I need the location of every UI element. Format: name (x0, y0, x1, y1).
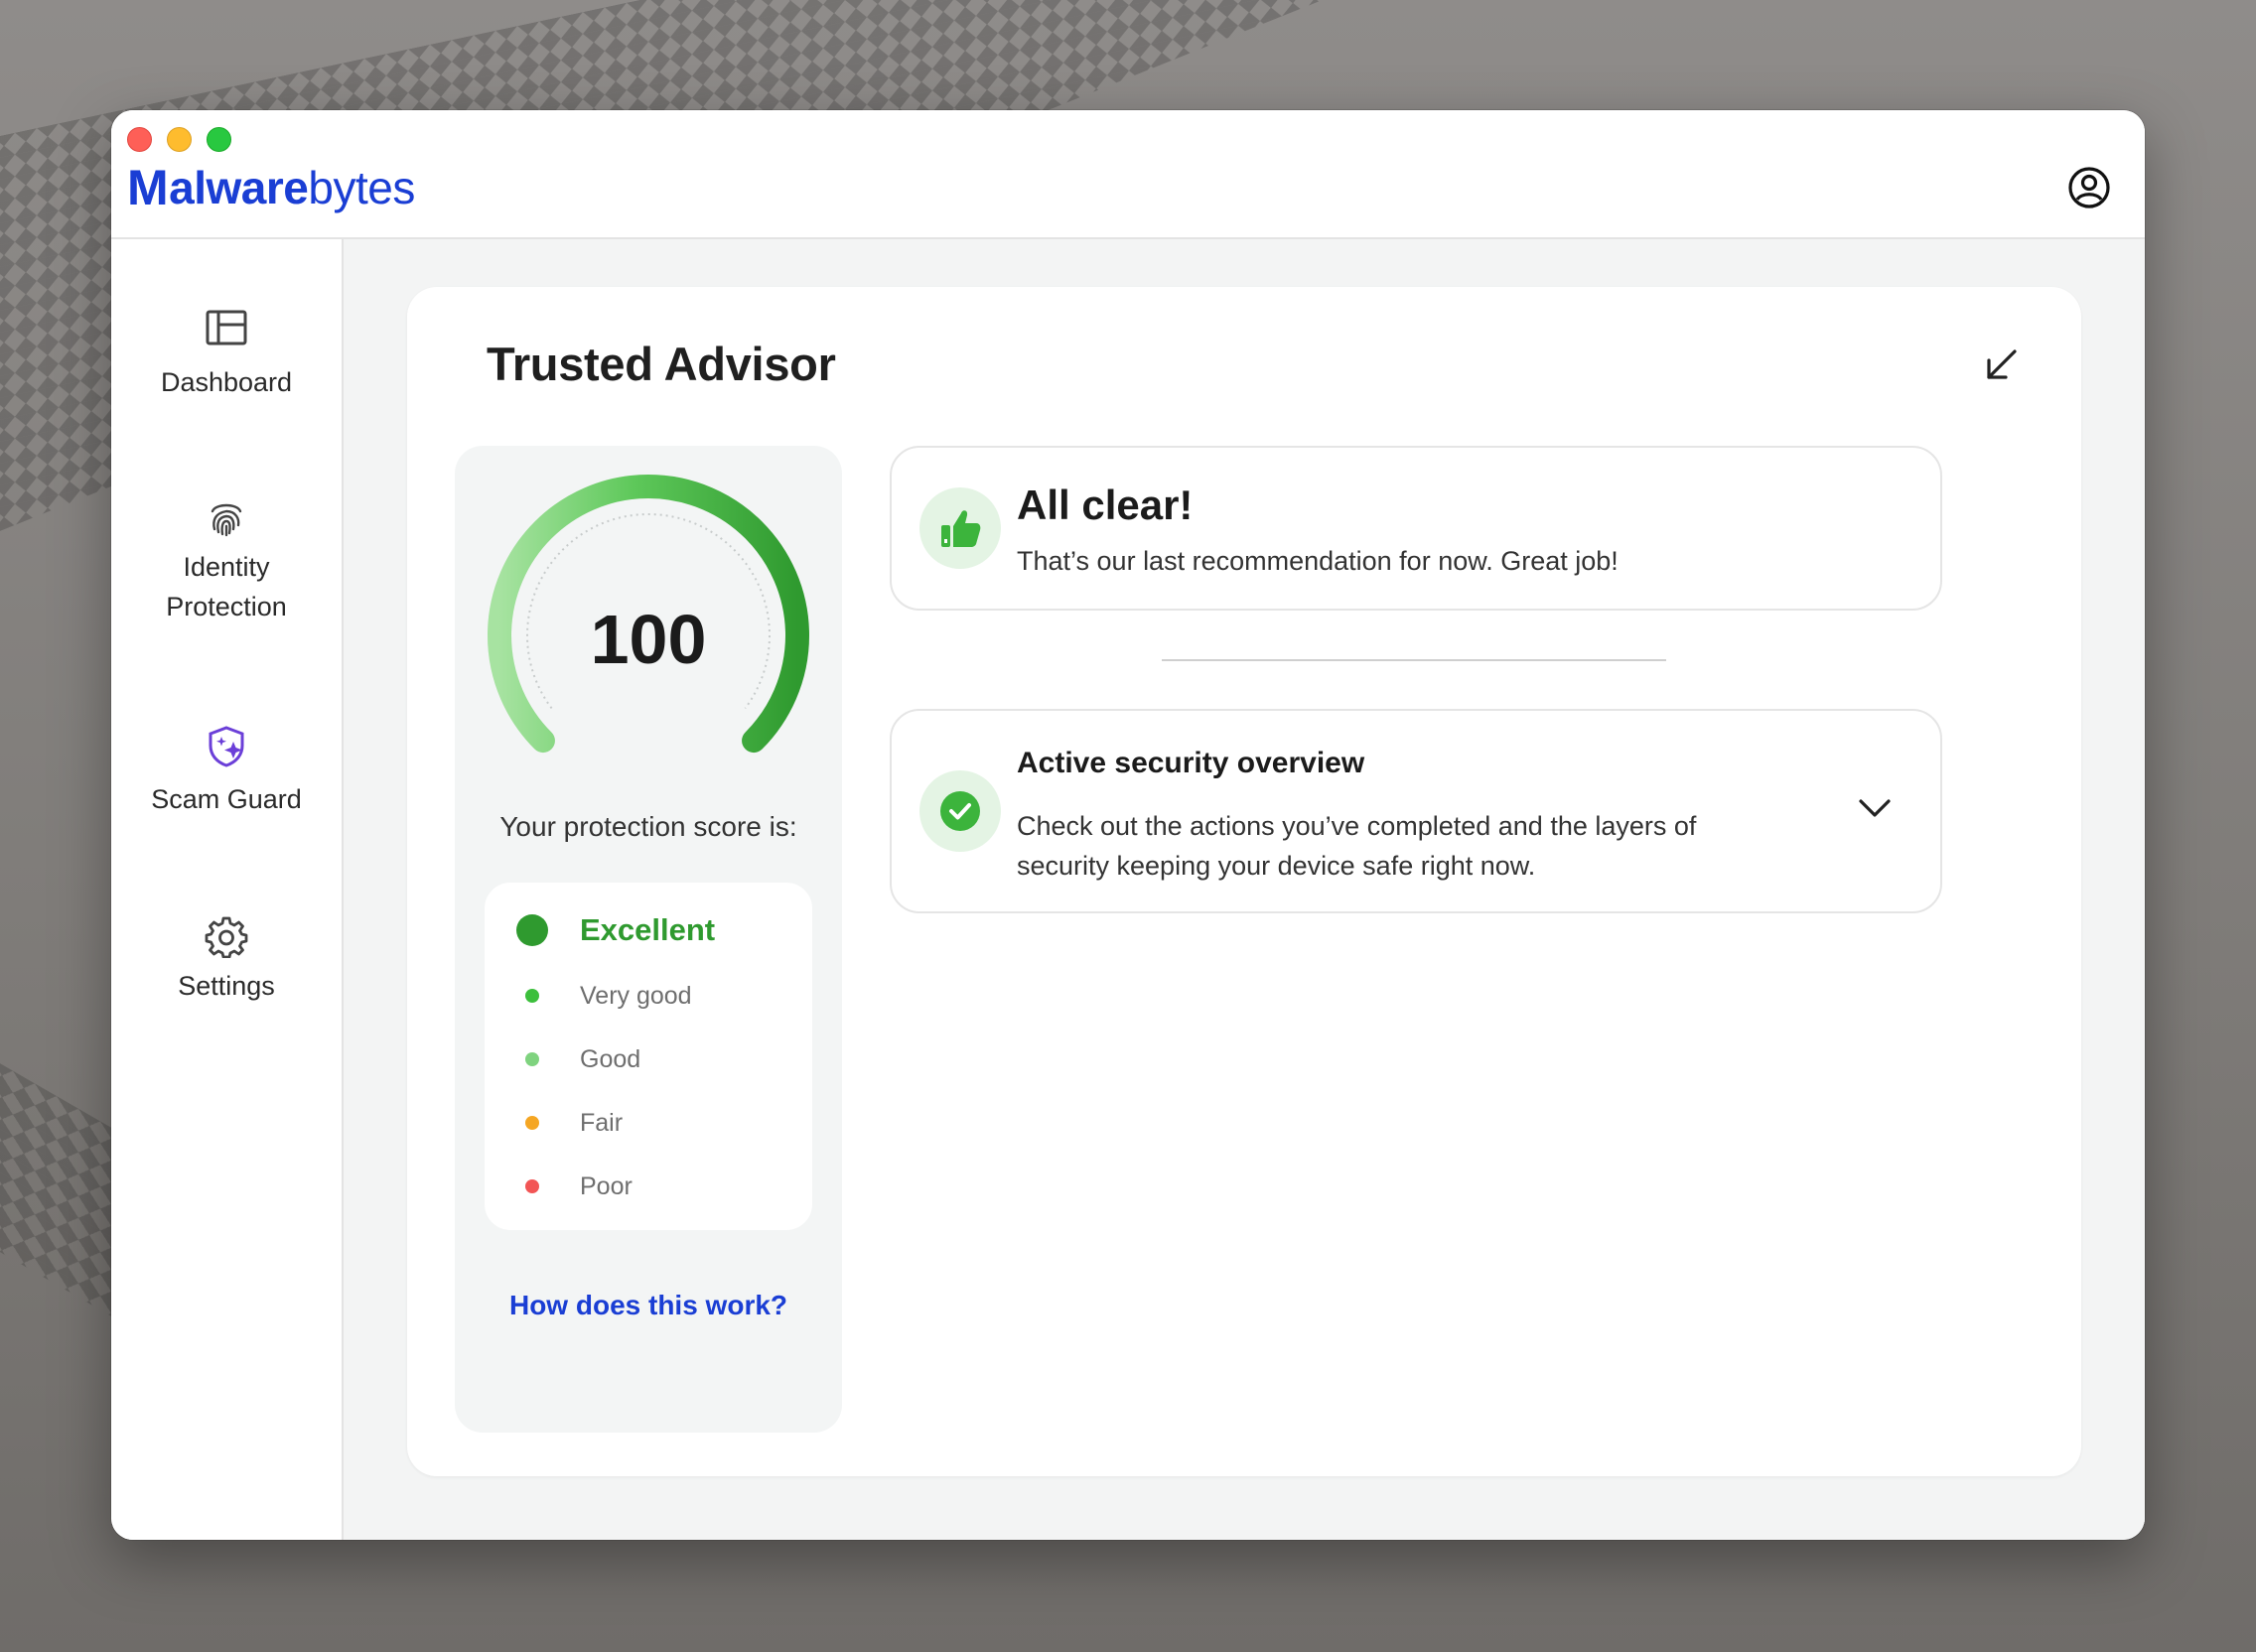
sidebar: Dashboard Identity Protection Scam Guard… (111, 239, 344, 1540)
legend-label: Excellent (580, 912, 716, 947)
check-circle-icon (940, 791, 980, 831)
overview-description: Check out the actions you’ve completed a… (1017, 811, 1697, 881)
logo-text-bold: alware (169, 162, 309, 213)
window-close-button[interactable] (127, 127, 152, 152)
legend-dot (525, 1052, 539, 1066)
chevron-down-icon[interactable] (1857, 796, 1893, 820)
legend-item-poor: Poor (485, 1167, 812, 1206)
sidebar-item-dashboard[interactable]: Dashboard (111, 309, 342, 402)
legend-dot (516, 914, 548, 946)
legend-item-good: Good (485, 1039, 812, 1079)
account-icon[interactable] (2067, 166, 2111, 209)
window-maximize-button[interactable] (207, 127, 231, 152)
title-bar: Malware bytes (111, 110, 2145, 239)
window-minimize-button[interactable] (167, 127, 192, 152)
all-clear-heading: All clear! (1017, 482, 1194, 528)
all-clear-message: That’s our last recommendation for now. … (1017, 546, 1619, 576)
page-title: Trusted Advisor (487, 338, 836, 390)
legend-item-fair: Fair (485, 1103, 812, 1143)
legend-item-very-good: Very good (485, 976, 812, 1016)
logo-text-light: bytes (308, 162, 415, 213)
sidebar-item-label: Settings (178, 971, 275, 1001)
all-clear-card: All clear! That’s our last recommendatio… (890, 446, 1942, 611)
app-window: Malware bytes Dashboard Identity Protect… (111, 110, 2145, 1540)
legend-dot (525, 989, 539, 1003)
logo-letter: M (127, 160, 169, 215)
gear-icon (205, 916, 248, 958)
score-legend: Excellent Very good Good Fair Poor (485, 883, 812, 1230)
sidebar-item-label: Identity Protection (166, 552, 287, 621)
trusted-advisor-card: Trusted Advisor 100 Your protection scor… (407, 287, 2081, 1476)
scam-guard-shield-icon (209, 726, 244, 767)
legend-label: Very good (580, 981, 692, 1010)
legend-label: Fair (580, 1108, 624, 1137)
dashboard-icon (206, 310, 247, 345)
protection-score-label: Your protection score is: (499, 811, 797, 842)
main-content: Trusted Advisor 100 Your protection scor… (344, 239, 2145, 1540)
divider (1162, 659, 1666, 661)
sidebar-item-label: Dashboard (160, 367, 293, 397)
sidebar-item-settings[interactable]: Settings (111, 914, 342, 1006)
legend-label: Good (580, 1044, 641, 1073)
protection-score-value: 100 (590, 601, 707, 678)
protection-score-panel: 100 Your protection score is: Excellent … (455, 446, 842, 1433)
sidebar-item-label: Scam Guard (151, 784, 302, 814)
how-does-this-work-link[interactable]: How does this work? (455, 1290, 842, 1321)
sidebar-item-identity-protection[interactable]: Identity Protection (111, 495, 342, 626)
check-badge (919, 770, 1001, 852)
legend-dot (525, 1116, 539, 1130)
sidebar-item-scam-guard[interactable]: Scam Guard (111, 724, 342, 819)
desktop-wallpaper-pattern (0, 1051, 119, 1321)
thumbs-up-icon (941, 510, 981, 547)
collapse-arrow-icon[interactable] (1982, 346, 2020, 384)
overview-heading: Active security overview (1017, 747, 1365, 779)
malwarebytes-logo: Malware bytes (127, 158, 415, 217)
active-security-overview-card[interactable]: Active security overview Check out the a… (890, 709, 1942, 913)
legend-dot (525, 1179, 539, 1193)
legend-label: Poor (580, 1171, 633, 1200)
thumbs-up-badge (919, 487, 1001, 569)
fingerprint-icon (211, 503, 242, 537)
legend-item-excellent: Excellent (485, 910, 812, 950)
